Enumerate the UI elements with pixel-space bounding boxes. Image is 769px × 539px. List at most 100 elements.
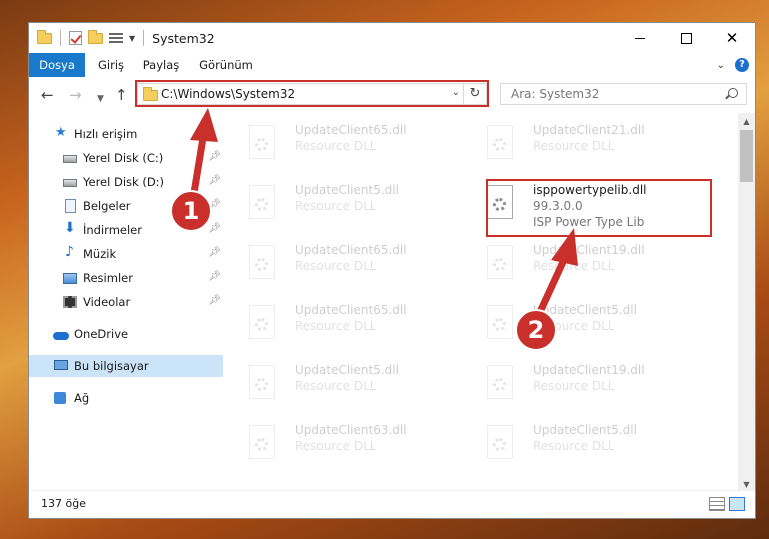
file-item[interactable]: UpdateClient65.dll Resource DLL [225, 241, 455, 289]
file-name: UpdateClient19.dll [533, 363, 645, 377]
separator [143, 30, 145, 46]
tab-share[interactable]: Paylaş [137, 53, 185, 77]
sidebar-item-label: Yerel Disk (C:) [83, 151, 164, 165]
file-item[interactable]: UpdateClient65.dll Resource DLL [225, 121, 455, 169]
file-name: UpdateClient5.dll [295, 183, 399, 197]
file-name: UpdateClient5.dll [295, 363, 399, 377]
pin-icon[interactable]: 📌︎ [208, 151, 221, 162]
file-description: Resource DLL [533, 259, 615, 273]
file-description: Resource DLL [295, 319, 377, 333]
status-bar: 137 öğe [29, 490, 755, 518]
sidebar-item-label: Belgeler [83, 199, 131, 213]
close-button[interactable]: ✕ [709, 23, 755, 53]
file-name: UpdateClient65.dll [295, 123, 407, 137]
up-arrow-icon[interactable]: ↑ [115, 86, 128, 104]
back-arrow-icon[interactable]: ← [41, 86, 54, 104]
file-item[interactable]: UpdateClient19.dll Resource DLL [463, 241, 693, 289]
computer-icon [54, 360, 68, 370]
file-item[interactable]: UpdateClient65.dll Resource DLL [225, 301, 455, 349]
sidebar-item-label: İndirmeler [83, 223, 142, 237]
minimize-button[interactable] [617, 23, 663, 53]
cloud-icon [53, 332, 69, 340]
separator [60, 30, 61, 46]
tab-file[interactable]: Dosya [29, 53, 85, 77]
maximize-button[interactable] [663, 23, 709, 53]
sidebar-item-label: Yerel Disk (D:) [83, 175, 165, 189]
file-item[interactable]: UpdateClient63.dll Resource DLL [225, 421, 455, 469]
file-item[interactable]: UpdateClient19.dll Resource DLL [463, 361, 693, 409]
item-count: 137 öğe [41, 497, 86, 510]
dll-file-icon [487, 365, 513, 399]
file-name: UpdateClient65.dll [295, 243, 407, 257]
search-input[interactable]: Ara: System32 [511, 87, 599, 101]
pin-icon[interactable]: 📌︎ [208, 271, 221, 282]
disk-icon [63, 155, 77, 163]
dll-file-icon [487, 425, 513, 459]
file-name: UpdateClient5.dll [533, 423, 637, 437]
sidebar-item-network[interactable]: Ağ [29, 387, 223, 409]
file-description: Resource DLL [533, 379, 615, 393]
expand-ribbon-icon[interactable]: ⌄ [717, 60, 725, 71]
search-box[interactable]: Ara: System32 [500, 83, 747, 105]
help-icon[interactable]: ? [735, 58, 749, 72]
file-description: Resource DLL [533, 139, 615, 153]
dll-file-icon [249, 365, 275, 399]
forward-arrow-icon[interactable]: → [69, 86, 82, 104]
navigation-bar: ← → ▼ ↑ C:\Windows\System32 ⌄ ↻ Ara: Sys… [29, 77, 755, 113]
pin-icon[interactable]: 📌︎ [208, 223, 221, 234]
file-item[interactable]: UpdateClient5.dll Resource DLL [225, 181, 455, 229]
sidebar-item-quick-access[interactable]: ★ Hızlı erişim [29, 123, 223, 145]
file-name: UpdateClient21.dll [533, 123, 645, 137]
search-icon[interactable] [728, 88, 738, 98]
pin-icon[interactable]: 📌︎ [208, 247, 221, 258]
maximize-icon [680, 32, 692, 44]
file-name: UpdateClient65.dll [295, 303, 407, 317]
customize-icon[interactable] [109, 32, 123, 44]
recent-locations-icon[interactable]: ▼ [97, 90, 104, 108]
quick-access-toolbar: ▼ System32 [37, 29, 215, 46]
sidebar-item-label: Resimler [83, 271, 133, 285]
close-icon: ✕ [725, 28, 739, 47]
dll-file-icon [487, 305, 513, 339]
sidebar-item-pictures[interactable]: Resimler 📌︎ [29, 267, 223, 289]
scroll-thumb[interactable] [740, 130, 753, 182]
dll-file-icon [249, 305, 275, 339]
sidebar-item-videos[interactable]: Videolar 📌︎ [29, 291, 223, 313]
pin-icon[interactable]: 📌︎ [208, 295, 221, 306]
details-view-icon[interactable] [709, 497, 725, 511]
title-bar: ▼ System32 ✕ [29, 23, 755, 53]
tab-home[interactable]: Giriş [91, 53, 131, 77]
sidebar-item-label: Ağ [74, 391, 90, 405]
sidebar-item-music[interactable]: ♪ Müzik 📌︎ [29, 243, 223, 265]
file-item[interactable]: UpdateClient5.dll Resource DLL [225, 361, 455, 409]
sidebar-item-onedrive[interactable]: OneDrive [29, 323, 223, 345]
dll-file-icon [487, 245, 513, 279]
window-title: System32 [152, 30, 215, 46]
dll-file-icon [487, 125, 513, 159]
new-folder-icon[interactable] [88, 29, 103, 44]
sidebar-item-label: OneDrive [74, 327, 129, 341]
download-icon: ⬇ [64, 220, 76, 236]
network-icon [54, 392, 66, 404]
sidebar-item-this-pc[interactable]: Bu bilgisayar [29, 355, 223, 377]
scroll-up-icon[interactable]: ▲ [738, 113, 755, 130]
properties-icon[interactable] [69, 31, 82, 45]
videos-icon [63, 296, 77, 308]
star-icon: ★ [55, 125, 67, 140]
qat-dropdown-icon[interactable]: ▼ [129, 34, 135, 43]
disk-icon [63, 179, 77, 187]
sidebar-item-local-disk-c[interactable]: Yerel Disk (C:) 📌︎ [29, 147, 223, 169]
file-item[interactable]: UpdateClient5.dll Resource DLL [463, 421, 693, 469]
document-icon [65, 199, 76, 213]
folder-icon[interactable] [37, 29, 52, 44]
pin-icon[interactable]: 📌︎ [208, 175, 221, 186]
file-list: UpdateClient65.dll Resource DLL UpdateCl… [225, 113, 740, 493]
tab-view[interactable]: Görünüm [195, 53, 257, 77]
tiles-view-icon[interactable] [729, 497, 745, 511]
vertical-scrollbar[interactable]: ▲ ▼ [738, 113, 755, 493]
callout-badge-2: 2 [515, 309, 557, 351]
minimize-icon [635, 37, 645, 39]
file-item[interactable]: UpdateClient21.dll Resource DLL [463, 121, 693, 169]
file-item[interactable]: UpdateClient5.dll Resource DLL [463, 301, 693, 349]
sidebar-item-label: Bu bilgisayar [74, 359, 149, 373]
